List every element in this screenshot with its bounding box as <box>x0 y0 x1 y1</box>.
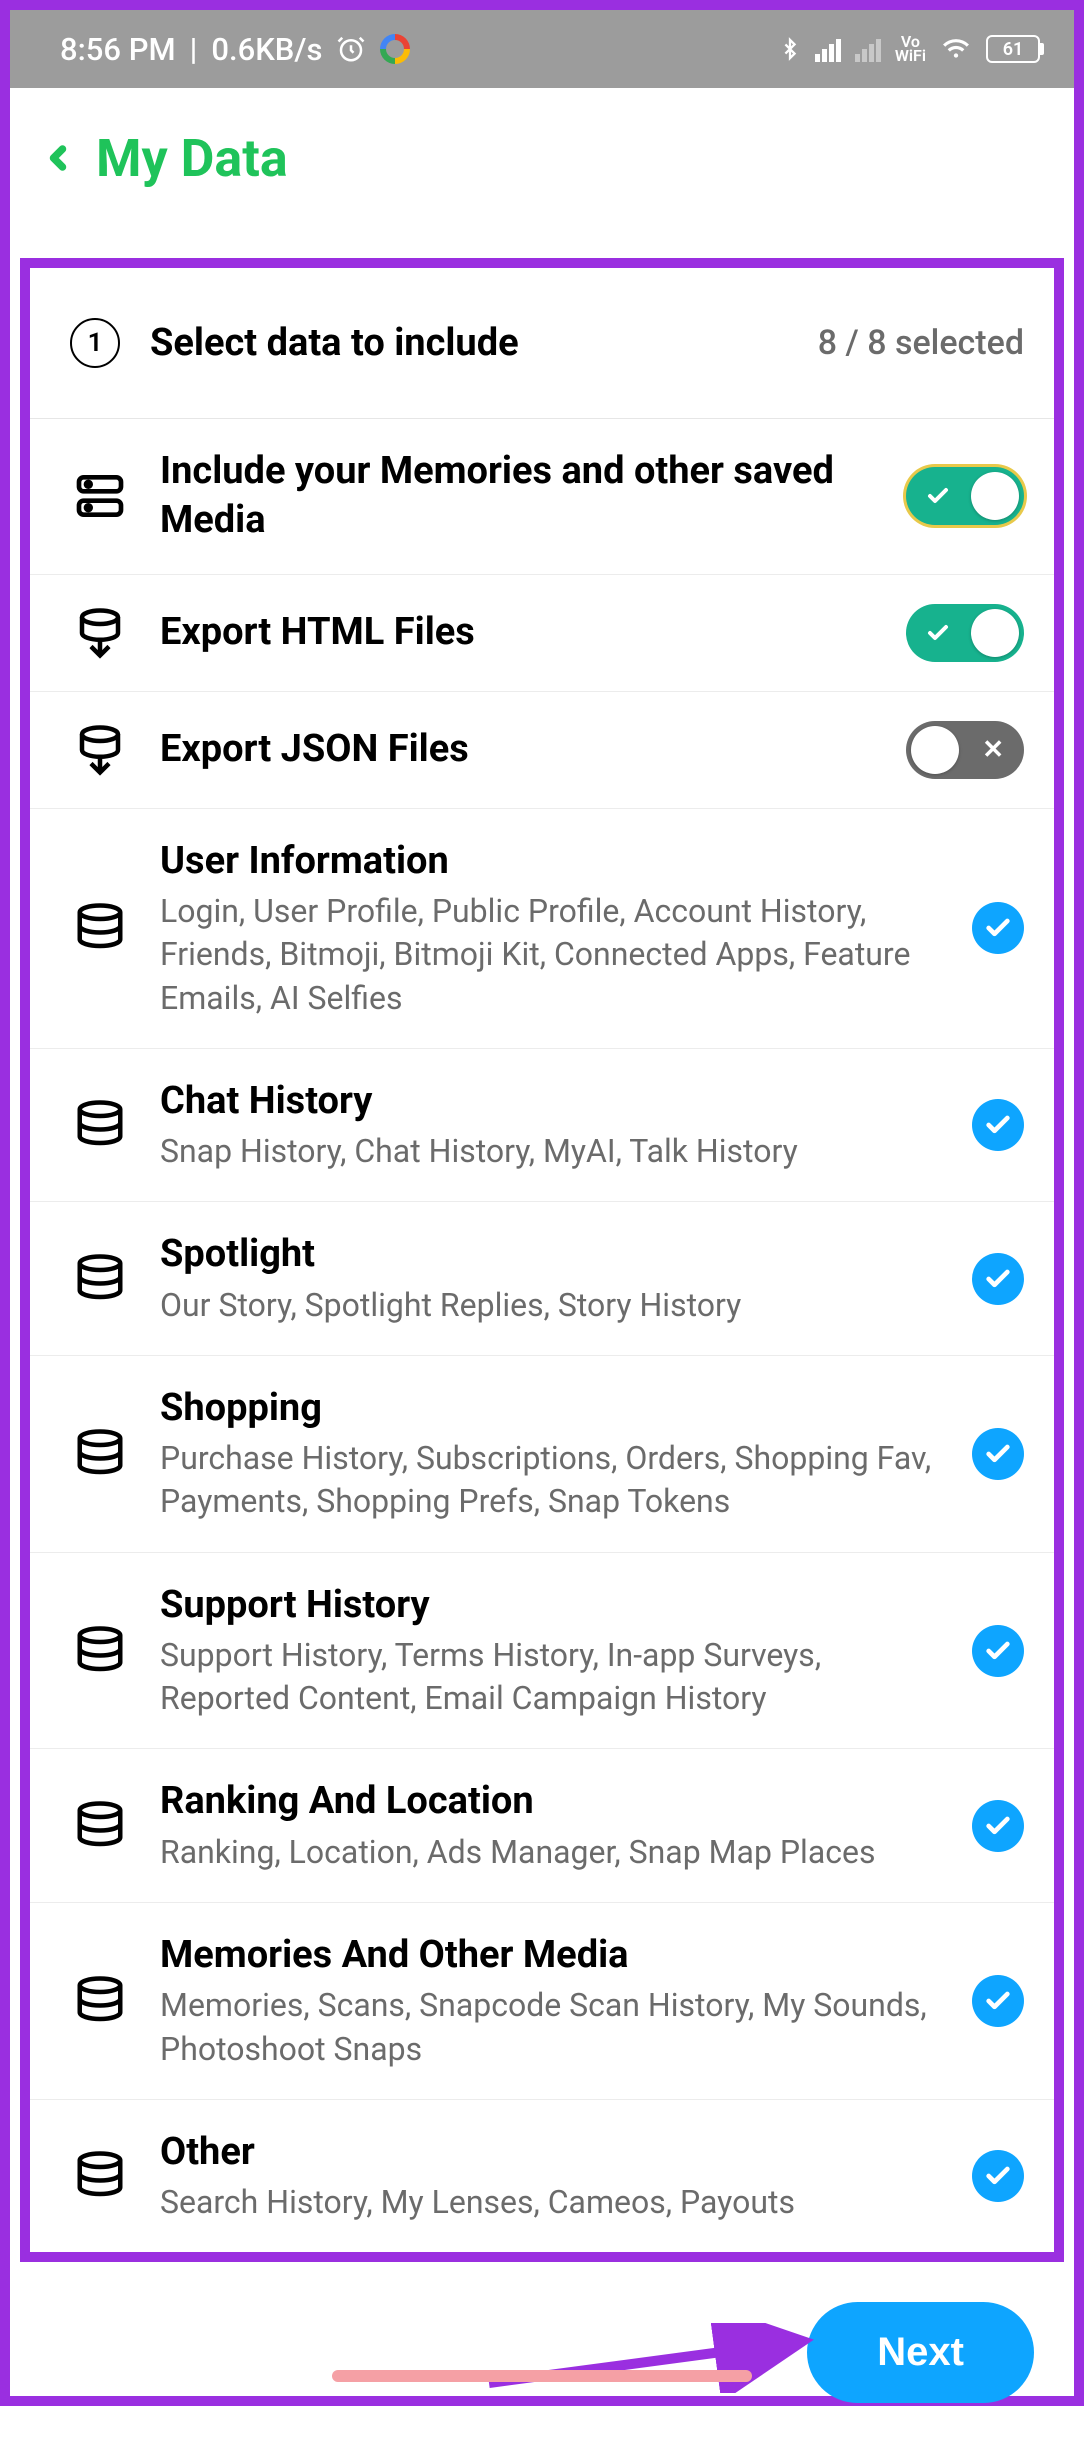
row-label: Export HTML Files <box>160 608 866 657</box>
status-net-speed: 0.6KB/s <box>211 31 322 68</box>
server-icon <box>70 468 130 524</box>
row-subtitle: Search History, My Lenses, Cameos, Payou… <box>160 2181 932 2224</box>
footer: Next <box>10 2262 1074 2453</box>
toggle-export-html[interactable] <box>906 604 1024 662</box>
row-subtitle: Ranking, Location, Ads Manager, Snap Map… <box>160 1831 932 1874</box>
status-time: 8:56 PM <box>60 31 176 68</box>
row-title: Spotlight <box>160 1230 932 1279</box>
database-icon <box>70 1974 130 2028</box>
annotation-arrow-icon <box>484 2323 824 2393</box>
check-ranking-location[interactable] <box>972 1800 1024 1852</box>
content-frame: 1 Select data to include 8 / 8 selected … <box>20 258 1064 2262</box>
check-spotlight[interactable] <box>972 1253 1024 1305</box>
toggle-include-memories[interactable] <box>906 467 1024 525</box>
row-subtitle: Snap History, Chat History, MyAI, Talk H… <box>160 1130 932 1173</box>
section-header: 1 Select data to include 8 / 8 selected <box>30 268 1054 419</box>
row-title: Support History <box>160 1581 932 1630</box>
row-title: Other <box>160 2128 932 2177</box>
row-include-memories: Include your Memories and other saved Me… <box>30 419 1054 575</box>
next-button[interactable]: Next <box>807 2302 1034 2403</box>
row-ranking-location[interactable]: Ranking And Location Ranking, Location, … <box>30 1749 1054 1903</box>
alarm-icon <box>336 34 366 64</box>
signal-1-icon <box>815 36 841 62</box>
export-db-icon <box>70 720 130 780</box>
row-subtitle: Login, User Profile, Public Profile, Acc… <box>160 890 932 1020</box>
row-title: Chat History <box>160 1077 932 1126</box>
database-icon <box>70 901 130 955</box>
check-user-info[interactable] <box>972 902 1024 954</box>
row-support-history[interactable]: Support History Support History, Terms H… <box>30 1553 1054 1750</box>
database-icon <box>70 1427 130 1481</box>
row-title: Memories And Other Media <box>160 1931 932 1980</box>
row-chat-history[interactable]: Chat History Snap History, Chat History,… <box>30 1049 1054 1203</box>
row-memories-media[interactable]: Memories And Other Media Memories, Scans… <box>30 1903 1054 2100</box>
export-db-icon <box>70 603 130 663</box>
battery-icon: 61 <box>986 35 1044 63</box>
vowifi-icon: Vo WiFi <box>895 35 926 63</box>
row-label: Export JSON Files <box>160 725 866 774</box>
row-label: Include your Memories and other saved Me… <box>160 447 866 546</box>
selection-count: 8 / 8 selected <box>818 323 1024 363</box>
bluetooth-icon <box>779 34 801 64</box>
x-icon: ✕ <box>982 735 1004 765</box>
toggle-export-json[interactable]: ✕ <box>906 721 1024 779</box>
row-title: Shopping <box>160 1384 932 1433</box>
check-other[interactable] <box>972 2150 1024 2202</box>
check-support-history[interactable] <box>972 1625 1024 1677</box>
row-title: User Information <box>160 837 932 886</box>
section-title: Select data to include <box>150 321 818 365</box>
row-subtitle: Support History, Terms History, In-app S… <box>160 1634 932 1720</box>
database-icon <box>70 1624 130 1678</box>
wifi-icon <box>940 36 972 62</box>
signal-2-icon <box>855 36 881 62</box>
database-icon <box>70 2149 130 2203</box>
database-icon <box>70 1799 130 1853</box>
page-title: My Data <box>96 128 288 189</box>
status-bar: 8:56 PM | 0.6KB/s Vo WiFi 61 <box>10 10 1074 88</box>
database-icon <box>70 1098 130 1152</box>
database-icon <box>70 1252 130 1306</box>
row-shopping[interactable]: Shopping Purchase History, Subscriptions… <box>30 1356 1054 1553</box>
check-memories-media[interactable] <box>972 1975 1024 2027</box>
row-export-json: Export JSON Files ✕ <box>30 692 1054 809</box>
back-button[interactable] <box>40 134 76 182</box>
row-user-info[interactable]: User Information Login, User Profile, Pu… <box>30 809 1054 1049</box>
row-subtitle: Our Story, Spotlight Replies, Story Hist… <box>160 1284 932 1327</box>
check-shopping[interactable] <box>972 1428 1024 1480</box>
step-badge: 1 <box>70 318 120 368</box>
google-icon <box>380 34 410 64</box>
gesture-bar[interactable] <box>332 2370 752 2382</box>
row-subtitle: Memories, Scans, Snapcode Scan History, … <box>160 1984 932 2070</box>
app-header: My Data <box>10 88 1074 228</box>
row-subtitle: Purchase History, Subscriptions, Orders,… <box>160 1437 932 1523</box>
row-other[interactable]: Other Search History, My Lenses, Cameos,… <box>30 2100 1054 2253</box>
row-title: Ranking And Location <box>160 1777 932 1826</box>
check-chat-history[interactable] <box>972 1099 1024 1151</box>
row-spotlight[interactable]: Spotlight Our Story, Spotlight Replies, … <box>30 1202 1054 1356</box>
row-export-html: Export HTML Files <box>30 575 1054 692</box>
